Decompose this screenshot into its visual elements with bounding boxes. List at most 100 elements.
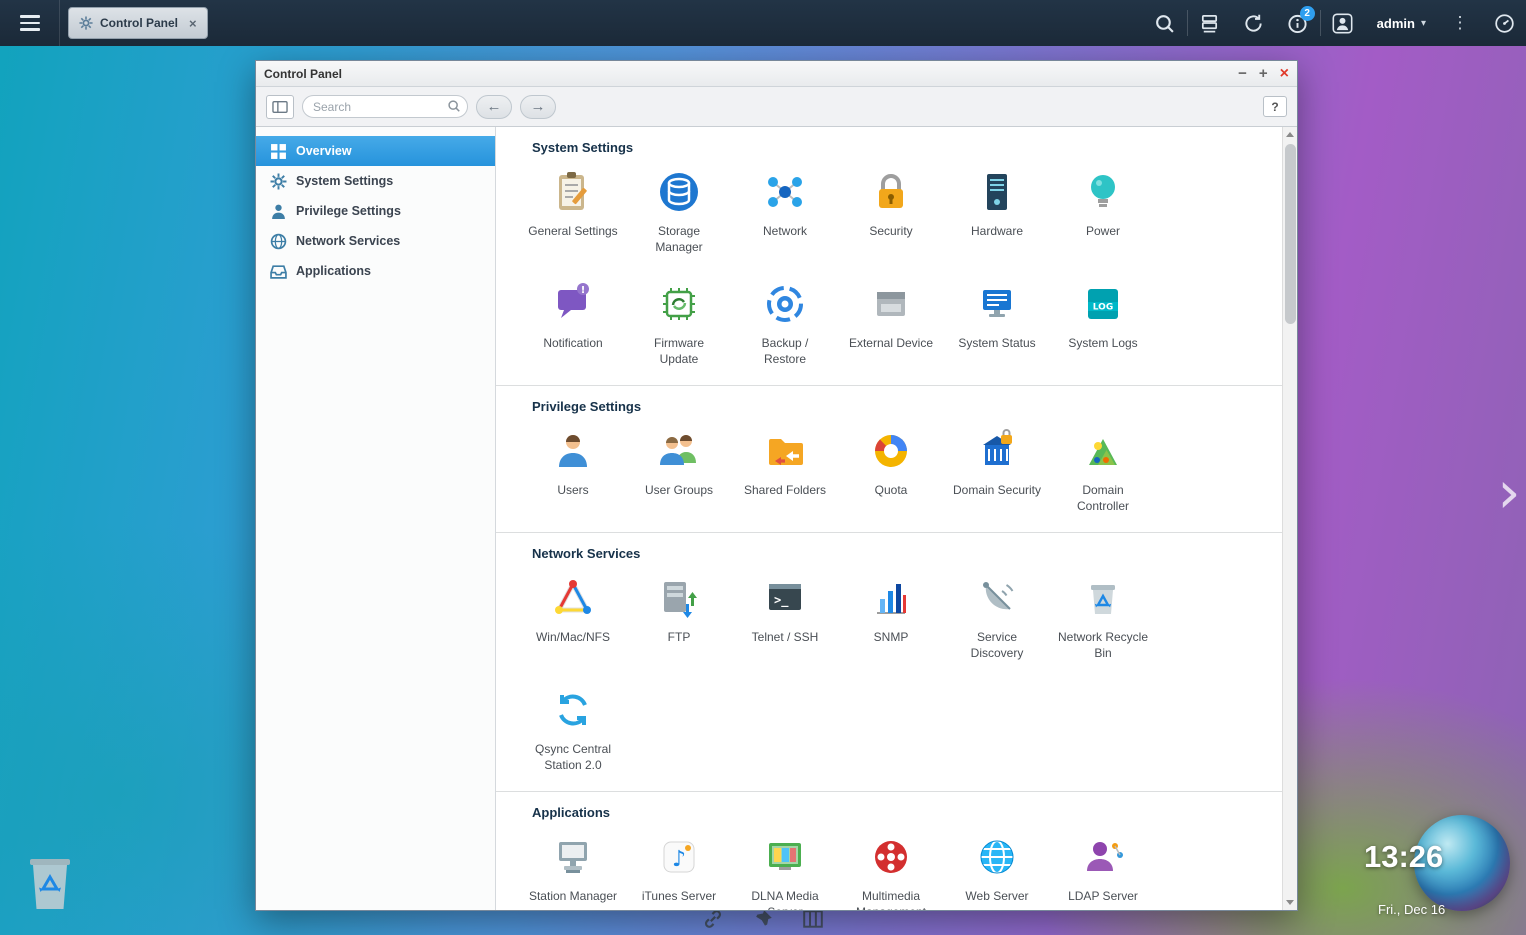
app-system-logs[interactable]: LOG System Logs [1050,279,1156,375]
control-panel-window: Control Panel − + × ← → ? Overview Syste… [255,60,1298,911]
snmp-icon [866,573,916,623]
recycle-bin-icon[interactable] [20,847,80,913]
user-groups-icon [654,426,704,476]
chain-link-icon[interactable] [702,908,724,930]
background-tasks-icon[interactable] [1188,0,1232,46]
overview-icon [270,143,287,160]
forward-button[interactable]: → [520,95,556,119]
shared-folders-icon [760,426,810,476]
tab-close-icon[interactable]: × [189,16,197,31]
user-account-icon[interactable] [1321,0,1365,46]
vertical-scrollbar[interactable] [1282,127,1297,910]
app-external-device[interactable]: External Device [838,279,944,375]
refresh-icon[interactable] [1232,0,1276,46]
scrollbar-thumb[interactable] [1285,144,1296,324]
app-qsync-central-station-2-0[interactable]: Qsync Central Station 2.0 [520,685,626,781]
section-title: Applications [532,805,1272,820]
sidebar-item-network-services[interactable]: Network Services [256,226,495,256]
external-device-icon [866,279,916,329]
app-win-mac-nfs[interactable]: Win/Mac/NFS [520,573,626,669]
app-storage-manager[interactable]: Storage Manager [626,167,732,263]
notification-icon: ! [548,279,598,329]
chevron-down-icon: ▾ [1421,18,1426,29]
minimize-icon[interactable]: − [1238,66,1247,81]
network-services-icon [270,233,287,250]
more-options-icon[interactable]: ⋮ [1438,0,1482,46]
app-hardware[interactable]: Hardware [944,167,1050,263]
sidebar-toggle-button[interactable] [266,95,294,119]
itunes-server-icon: ♪ [654,832,704,882]
desktop-dock [702,908,824,930]
backup-restore-icon [760,279,810,329]
search-icon[interactable] [1143,0,1187,46]
domain-security-icon [972,426,1022,476]
app-ftp[interactable]: FTP [626,573,732,669]
section-system-settings: System Settings General Settings Storage… [496,127,1282,385]
search-icon[interactable] [447,99,461,113]
app-multimedia-management[interactable]: Multimedia Management [838,832,944,910]
svg-text:!: ! [581,285,586,296]
app-domain-security[interactable]: Domain Security [944,426,1050,522]
app-user-groups[interactable]: User Groups [626,426,732,522]
ldap-server-icon [1078,832,1128,882]
app-power[interactable]: Power [1050,167,1156,263]
app-shared-folders[interactable]: Shared Folders [732,426,838,522]
pin-icon[interactable] [752,908,774,930]
columns-icon[interactable] [802,908,824,930]
multimedia-management-icon [866,832,916,882]
general-settings-icon [548,167,598,217]
station-manager-icon [548,832,598,882]
admin-menu[interactable]: admin ▾ [1365,16,1438,31]
system-logs-icon: LOG [1078,279,1128,329]
app-system-status[interactable]: System Status [944,279,1050,375]
section-title: Privilege Settings [532,399,1272,414]
section-title: System Settings [532,140,1272,155]
hardware-icon [972,167,1022,217]
app-backup-restore[interactable]: Backup / Restore [732,279,838,375]
window-titlebar[interactable]: Control Panel − + × [256,61,1297,87]
app-service-discovery[interactable]: Service Discovery [944,573,1050,669]
sidebar-item-privilege-settings[interactable]: Privilege Settings [256,196,495,226]
next-desktop-chevron-icon[interactable]: › [1492,452,1526,532]
app-telnet-ssh[interactable]: >_ Telnet / SSH [732,573,838,669]
service-discovery-icon [972,573,1022,623]
system-settings-icon [270,173,287,190]
notifications-icon[interactable]: 2 [1276,0,1320,46]
main-menu-icon[interactable] [0,0,60,46]
sidebar-item-system-settings[interactable]: System Settings [256,166,495,196]
scroll-down-icon[interactable] [1283,895,1297,910]
notification-badge: 2 [1300,6,1315,21]
power-icon [1078,167,1128,217]
help-button[interactable]: ? [1263,96,1287,117]
scroll-up-icon[interactable] [1283,127,1297,142]
sidebar-item-applications[interactable]: Applications [256,256,495,286]
qsync-icon [548,685,598,735]
app-itunes-server[interactable]: ♪ iTunes Server [626,832,732,910]
quota-icon [866,426,916,476]
system-status-icon [972,279,1022,329]
app-notification[interactable]: ! Notification [520,279,626,375]
search-input[interactable] [302,95,468,118]
back-button[interactable]: ← [476,95,512,119]
app-snmp[interactable]: SNMP [838,573,944,669]
app-domain-controller[interactable]: Domain Controller [1050,426,1156,522]
app-network-recycle-bin[interactable]: Network Recycle Bin [1050,573,1156,669]
app-network[interactable]: Network [732,167,838,263]
app-web-server[interactable]: Web Server [944,832,1050,910]
app-quota[interactable]: Quota [838,426,944,522]
app-firmware-update[interactable]: Firmware Update [626,279,732,375]
tab-control-panel[interactable]: Control Panel × [68,7,208,39]
sidebar-item-overview[interactable]: Overview [256,136,495,166]
app-station-manager[interactable]: Station Manager [520,832,626,910]
app-ldap-server[interactable]: LDAP Server [1050,832,1156,910]
app-users[interactable]: Users [520,426,626,522]
app-security[interactable]: Security [838,167,944,263]
tab-label: Control Panel [100,16,178,30]
window-title: Control Panel [264,67,342,81]
close-icon[interactable]: × [1280,66,1289,82]
maximize-icon[interactable]: + [1259,66,1268,81]
dashboard-icon[interactable] [1482,0,1526,46]
app-general-settings[interactable]: General Settings [520,167,626,263]
gear-icon [79,16,93,30]
app-dlna-media-server[interactable]: DLNA Media Server [732,832,838,910]
